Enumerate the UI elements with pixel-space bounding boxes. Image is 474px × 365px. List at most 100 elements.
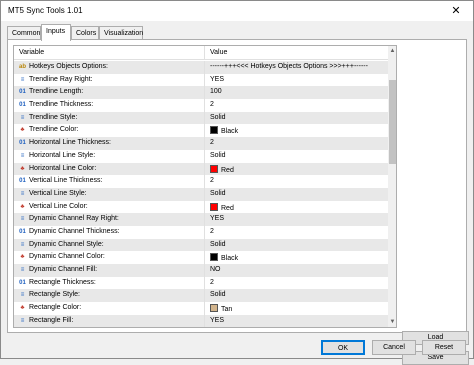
variable-value[interactable]: ------+++<<< Hotkeys Objects Options >>>… [210,63,368,70]
variable-name: Trendline Ray Right: [29,75,93,83]
table-row[interactable]: ≡ Dynamic Channel Fill: NO [14,264,388,277]
variable-value[interactable]: Solid [210,291,226,298]
variable-value[interactable]: YES [210,215,224,222]
window-title: MT5 Sync Tools 1.01 [8,6,83,15]
variable-value-text: Tan [221,306,233,314]
variable-value-text: NO [210,266,221,273]
integer-type-icon: 01 [19,178,26,185]
variable-value[interactable]: 100 [210,88,222,95]
table-row[interactable]: 01 Dynamic Channel Thickness: 2 [14,225,388,239]
table-row[interactable]: ≡ Dynamic Channel Ray Right: YES [14,213,388,226]
close-icon[interactable]: ✕ [441,1,471,21]
cell-divider [204,251,205,264]
table-row[interactable]: 01 Rectangle Thickness: 2 [14,276,388,290]
color-swatch [210,304,218,313]
variable-value[interactable]: Solid [210,190,226,197]
ok-button[interactable]: OK [321,340,365,355]
title-bar: MT5 Sync Tools 1.01 ✕ [1,1,473,21]
table-row[interactable]: ≡ Rectangle Style: Solid [14,289,388,303]
table-row[interactable]: ≡ Rectangle Fill: YES [14,314,388,327]
tab-common[interactable]: Common [7,26,41,40]
cell-divider [204,200,205,214]
table-row[interactable]: 01 Horizontal Line Thickness: 2 [14,137,388,150]
variable-value[interactable]: Solid [210,114,226,121]
cell-divider [204,111,205,125]
variable-value[interactable]: YES [210,76,224,83]
table-row[interactable]: 01 Trendline Length: 100 [14,86,388,100]
variable-value[interactable]: 2 [210,279,214,286]
variable-value-text: YES [210,316,225,324]
column-header-variable[interactable]: Variable [19,49,44,56]
scroll-down-icon[interactable]: ▼ [388,317,396,327]
variable-value[interactable]: Red [210,164,234,174]
variable-value-text: 2 [210,227,214,235]
integer-type-icon: 01 [19,228,26,235]
enum-type-icon: ≡ [20,152,25,159]
variable-value[interactable]: 2 [210,228,214,235]
table-row[interactable]: ≡ Dynamic Channel Style: Solid [14,238,388,252]
tab-colors[interactable]: Colors [71,26,99,40]
variable-name: Trendline Thickness: [29,101,94,109]
table-row[interactable]: 01 Trendline Thickness: 2 [14,99,388,112]
boolean-type-icon: ≡ [20,76,25,83]
variable-value[interactable]: 2 [210,101,214,108]
variable-value-text: Solid [210,240,226,248]
cell-divider [204,276,205,290]
variable-value[interactable]: 2 [210,139,214,146]
variable-value[interactable]: Solid [210,241,226,248]
table-row[interactable]: ♣ Horizontal Line Color: Red [14,162,388,176]
variable-name: Hotkeys Objects Options: [29,63,108,70]
variable-value[interactable]: NO [210,266,221,273]
table-row[interactable]: ≡ Vertical Line Style: Solid [14,187,388,201]
table-row[interactable]: ≡ Horizontal Line Style: Solid [14,149,388,163]
reset-button[interactable]: Reset [422,340,466,355]
table-row[interactable]: ♣ Rectangle Color: Tan [14,302,388,315]
string-type-icon: ab [18,64,26,70]
variable-name: Dynamic Channel Style: [29,240,104,248]
variable-name: Rectangle Thickness: [29,278,96,286]
column-divider[interactable] [204,46,205,60]
variable-value[interactable]: 2 [210,177,214,184]
vertical-scrollbar[interactable]: ▲ ▼ [388,46,396,327]
variable-name: Vertical Line Color: [29,202,88,210]
cell-divider [204,289,205,303]
table-row[interactable]: ≡ Trendline Ray Right: YES [14,73,388,87]
color-swatch [210,164,218,173]
scroll-up-icon[interactable]: ▲ [388,46,396,56]
variable-value[interactable]: Black [210,126,238,135]
color-swatch [210,126,218,135]
table-row[interactable]: ♣ Dynamic Channel Color: Black [14,251,388,264]
variable-value-text: 100 [210,88,222,96]
variable-value[interactable]: Red [210,202,234,212]
variable-value[interactable]: Tan [210,304,232,313]
cell-divider [204,314,205,327]
variable-value-text: Solid [210,113,226,121]
table-row[interactable]: ♣ Vertical Line Color: Red [14,200,388,214]
cell-divider [204,137,205,150]
variable-value[interactable]: Black [210,253,238,262]
variable-value-text: 2 [210,139,214,147]
cancel-button[interactable]: Cancel [372,340,416,355]
color-type-icon: ♣ [20,305,25,312]
scroll-thumb[interactable] [389,80,396,164]
variable-value-text: Solid [210,189,226,197]
cell-divider [204,61,205,74]
table-row[interactable]: ♣ Trendline Color: Black [14,124,388,138]
variable-value[interactable]: YES [210,317,224,324]
cell-divider [204,99,205,112]
column-header-value[interactable]: Value [210,49,227,56]
variable-value-text: 2 [210,177,214,185]
variable-value[interactable]: Solid [210,152,226,159]
table-row[interactable]: 01 Vertical Line Thickness: 2 [14,175,388,188]
tab-inputs[interactable]: Inputs [41,24,71,41]
enum-type-icon: ≡ [20,292,25,299]
cell-divider [204,162,205,176]
table-row[interactable]: ab Hotkeys Objects Options: ------+++<<< H… [14,61,388,74]
variable-name: Dynamic Channel Thickness: [29,227,120,235]
cell-divider [204,302,205,315]
tab-visualization[interactable]: Visualization [99,26,143,40]
variable-value-text: Solid [210,151,226,159]
inputs-panel: Variable Value ab Hotkeys Objects Options… [7,39,469,365]
table-row[interactable]: ≡ Trendline Style: Solid [14,111,388,125]
cell-divider [204,149,205,163]
